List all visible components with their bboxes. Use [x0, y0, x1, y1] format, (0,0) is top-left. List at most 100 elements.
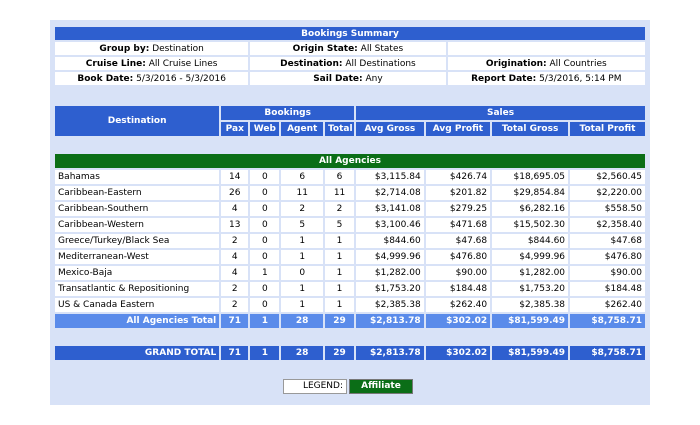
cell-total: 1 [324, 282, 355, 296]
cell-total-gross: $4,999.96 [492, 250, 569, 264]
cell-avg-profit: $201.82 [425, 186, 491, 200]
summary-title: Bookings Summary [55, 27, 645, 40]
cell-pax: 26 [221, 186, 249, 200]
cell-pax: 4 [221, 202, 249, 216]
book-date-label: Book Date: [77, 73, 134, 84]
cell-destination: Mexico-Baja [55, 266, 220, 280]
cell-avg-gross: $3,141.08 [356, 202, 424, 216]
group-label: All Agencies [55, 154, 645, 168]
table-row: Mediterranean-West 4 0 1 1 $4,999.96 $476.80 $4… [55, 250, 645, 264]
spacer-row [55, 330, 645, 344]
col-avg-profit-header: Avg Profit [425, 122, 491, 136]
cell-pax: 2 [221, 282, 249, 296]
cell-destination: Caribbean-Western [55, 218, 220, 232]
cell-total-gross: $1,282.00 [492, 266, 569, 280]
cell-total-profit: $184.48 [570, 282, 645, 296]
col-total-gross-header: Total Gross [492, 122, 569, 136]
cell-total-profit: $476.80 [570, 250, 645, 264]
cell-avg-gross: $3,100.46 [356, 218, 424, 232]
cell-agent: 28 [281, 346, 323, 360]
origin-state-value: All States [360, 43, 404, 54]
origination-cell: Origination: All Countries [447, 57, 645, 70]
legend-affiliate-swatch: Affiliate [349, 379, 413, 394]
report-date-label: Report Date: [471, 73, 537, 84]
col-pax-header: Pax [221, 122, 249, 136]
cell-total-gross: $18,695.05 [492, 170, 569, 184]
origin-state-label: Origin State: [292, 43, 358, 54]
cell-avg-gross: $2,813.78 [356, 314, 424, 328]
cell-avg-profit: $476.80 [425, 250, 491, 264]
cell-web: 0 [250, 170, 280, 184]
cell-total-profit: $8,758.71 [570, 346, 645, 360]
legend-label: LEGEND: [283, 379, 347, 394]
cell-destination: All Agencies Total [55, 314, 220, 328]
cell-total: 1 [324, 298, 355, 312]
cell-avg-gross: $2,385.38 [356, 298, 424, 312]
cell-web: 0 [250, 298, 280, 312]
group-by-cell: Group by: Destination [55, 42, 249, 55]
cell-total-profit: $2,560.45 [570, 170, 645, 184]
book-date-cell: Book Date: 5/3/2016 - 5/3/2016 [55, 72, 249, 85]
cell-web: 0 [250, 250, 280, 264]
cell-web: 1 [250, 266, 280, 280]
cell-pax: 2 [221, 298, 249, 312]
col-total-profit-header: Total Profit [570, 122, 645, 136]
cell-total-profit: $558.50 [570, 202, 645, 216]
cell-pax: 4 [221, 250, 249, 264]
cell-agent: 6 [281, 170, 323, 184]
cell-total: 6 [324, 170, 355, 184]
cell-avg-gross: $1,753.20 [356, 282, 424, 296]
col-total-header: Total [324, 122, 355, 136]
cell-total-gross: $1,753.20 [492, 282, 569, 296]
cell-web: 0 [250, 234, 280, 248]
cell-avg-profit: $262.40 [425, 298, 491, 312]
group-row: All Agencies [55, 154, 645, 168]
origination-value: All Countries [549, 58, 607, 69]
report-date-value: 5/3/2016, 5:14 PM [539, 73, 622, 84]
cell-avg-gross: $844.60 [356, 234, 424, 248]
cell-agent: 11 [281, 186, 323, 200]
cell-total: 1 [324, 250, 355, 264]
cell-total: 11 [324, 186, 355, 200]
group-by-label: Group by: [99, 43, 150, 54]
cell-destination: Transatlantic & Repositioning [55, 282, 220, 296]
sales-group-header: Sales [356, 106, 645, 120]
cell-avg-profit: $302.02 [425, 314, 491, 328]
cell-total-profit: $262.40 [570, 298, 645, 312]
cell-agent: 5 [281, 218, 323, 232]
cell-avg-gross: $2,714.08 [356, 186, 424, 200]
table-row: Transatlantic & Repositioning 2 0 1 1 $1,753.… [55, 282, 645, 296]
cell-total-profit: $2,358.40 [570, 218, 645, 232]
cell-web: 0 [250, 202, 280, 216]
cell-web: 0 [250, 282, 280, 296]
cell-total-profit: $47.68 [570, 234, 645, 248]
bookings-group-header: Bookings [221, 106, 355, 120]
sail-date-value: Any [365, 73, 383, 84]
summary-table: Bookings Summary Group by: Destination O… [53, 25, 647, 87]
cell-total-gross: $15,502.30 [492, 218, 569, 232]
cell-agent: 1 [281, 298, 323, 312]
cell-pax: 4 [221, 266, 249, 280]
cell-agent: 28 [281, 314, 323, 328]
cell-total-gross: $81,599.49 [492, 314, 569, 328]
cell-total: 29 [324, 346, 355, 360]
empty-cell [447, 42, 645, 55]
sail-date-cell: Sail Date: Any [250, 72, 446, 85]
cell-destination: Greece/Turkey/Black Sea [55, 234, 220, 248]
cruise-line-value: All Cruise Lines [148, 58, 218, 69]
destination-filter-cell: Destination: All Destinations [250, 57, 446, 70]
cruise-line-cell: Cruise Line: All Cruise Lines [55, 57, 249, 70]
cruise-line-label: Cruise Line: [85, 58, 146, 69]
cell-avg-gross: $1,282.00 [356, 266, 424, 280]
group-by-value: Destination [152, 43, 204, 54]
cell-total-profit: $2,220.00 [570, 186, 645, 200]
cell-avg-profit: $90.00 [425, 266, 491, 280]
sail-date-label: Sail Date: [313, 73, 363, 84]
agencies-total-row: All Agencies Total 71 1 28 29 $2,813.78 $302.0… [55, 314, 645, 328]
cell-avg-gross: $3,115.84 [356, 170, 424, 184]
legend: LEGEND: Affiliate [283, 379, 413, 394]
cell-avg-profit: $302.02 [425, 346, 491, 360]
cell-pax: 71 [221, 346, 249, 360]
cell-pax: 14 [221, 170, 249, 184]
cell-agent: 1 [281, 282, 323, 296]
